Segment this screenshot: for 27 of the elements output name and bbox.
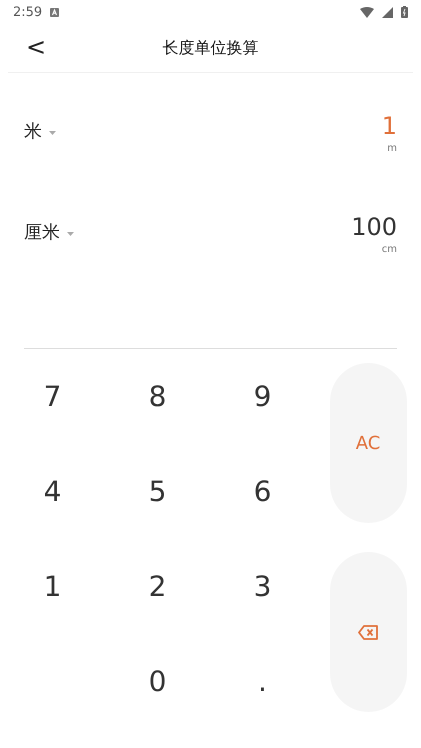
digit-key[interactable]: 6 [232, 462, 292, 522]
unit-value: 1 [382, 111, 397, 141]
status-time: 2:59 [13, 4, 42, 20]
digit-key[interactable]: 2 [128, 556, 188, 616]
digit-key[interactable]: 3 [232, 556, 292, 616]
page-title: 长度单位换算 [162, 38, 258, 58]
caret-icon [49, 131, 56, 135]
digit-key[interactable]: 1 [22, 556, 82, 616]
unit-value: 100 [351, 212, 397, 242]
back-button[interactable]: < [20, 32, 52, 62]
battery-icon [401, 6, 408, 18]
wifi-icon [360, 6, 374, 18]
unit-symbol: cm [382, 244, 397, 255]
unit-dropdown[interactable]: 米 [24, 119, 42, 143]
digit-key[interactable]: 7 [22, 366, 82, 426]
notification-icon [50, 8, 60, 16]
digit-key[interactable]: 5 [128, 462, 188, 522]
digit-key[interactable]: 0 [128, 652, 188, 712]
digit-key[interactable]: 4 [22, 462, 82, 522]
caret-icon [67, 232, 74, 236]
digit-key[interactable]: . [232, 652, 292, 712]
backspace-icon [358, 624, 378, 640]
unit-symbol: m [387, 143, 397, 154]
signal-icon [382, 6, 393, 18]
digit-key[interactable]: 8 [128, 366, 188, 426]
digit-key[interactable]: 9 [232, 366, 292, 426]
unit-dropdown[interactable]: 厘米 [24, 220, 60, 244]
